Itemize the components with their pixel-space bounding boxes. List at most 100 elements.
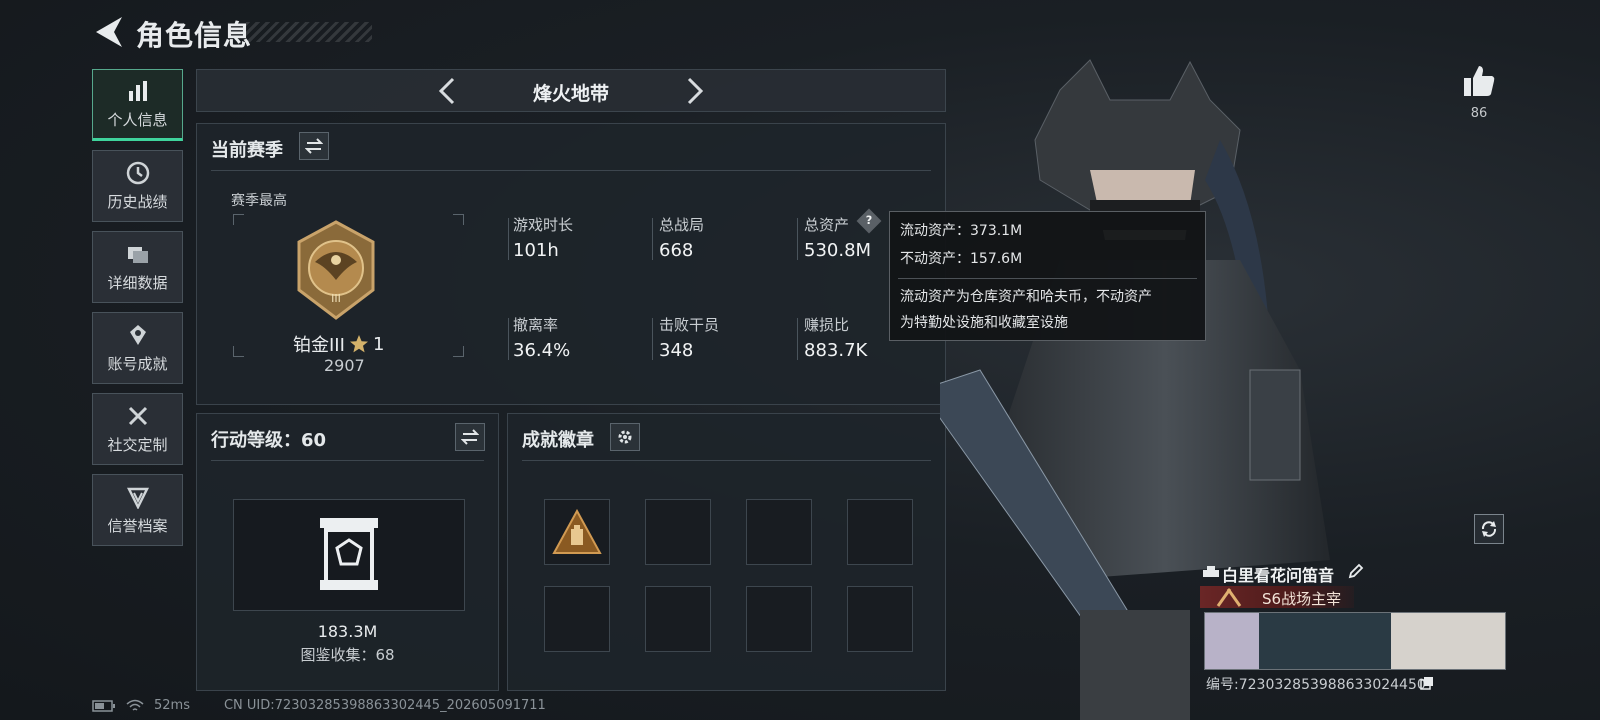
tools-icon <box>128 406 147 425</box>
sidebar-item-history[interactable]: 历史战绩 <box>92 150 183 222</box>
profile-banner[interactable] <box>1204 612 1506 670</box>
sidebar-item-label: 社交定制 <box>107 435 168 454</box>
season-switch-button[interactable] <box>299 132 329 160</box>
stat-value-kills: 348 <box>659 340 694 361</box>
season-panel: 当前赛季 赛季最高 III 铂金III 1 2907 游戏时长 101h 总战局… <box>196 123 946 405</box>
stat-value-extraction-rate: 36.4% <box>513 340 571 361</box>
status-bar: 52ms CN UID:72303285398863302445_2026050… <box>92 698 546 713</box>
uid-text: CN UID:72303285398863302445_202605091711 <box>223 698 546 713</box>
refresh-icon <box>1481 521 1497 537</box>
sidebar-item-label: 历史战绩 <box>107 192 168 211</box>
badge-slot-empty[interactable] <box>746 586 812 652</box>
crossed-flags-icon <box>1216 588 1242 607</box>
wifi-icon <box>126 699 144 711</box>
swap-icon <box>461 429 479 445</box>
assets-help-button[interactable]: ? <box>856 208 882 234</box>
tooltip-description-1: 流动资产为仓库资产和哈夫币，不动资产 <box>900 289 1152 305</box>
mode-title: 烽火地带 <box>532 83 609 105</box>
sidebar-item-personal-info[interactable]: 个人信息 <box>92 69 183 141</box>
stat-label-matches: 总战局 <box>659 216 705 234</box>
action-level-panel: 行动等级：60 183.3M 图鉴收集：68 <box>196 413 499 691</box>
shield-icon <box>126 487 149 509</box>
frame-corner <box>453 346 464 357</box>
medal-icon <box>129 324 146 345</box>
question-icon: ? <box>865 214 873 228</box>
svg-text:III: III <box>331 292 341 305</box>
stat-divider <box>797 218 798 260</box>
sidebar-item-label: 个人信息 <box>107 110 168 129</box>
player-name: 白里看花问笛音 <box>1222 566 1335 585</box>
collection-preview[interactable] <box>233 499 465 611</box>
badge-slot-empty[interactable] <box>746 499 812 565</box>
rank-name-row: 铂金III 1 <box>293 331 384 357</box>
tooltip-divider <box>898 278 1197 279</box>
title-badge-text: S6战场主宰 <box>1262 590 1342 608</box>
achievements-panel: 成就徽章 <box>507 413 946 691</box>
star-icon <box>349 335 368 353</box>
title-decoration <box>246 22 372 42</box>
sidebar-item-reputation[interactable]: 信誉档案 <box>92 474 183 546</box>
chevron-right-icon[interactable] <box>681 76 707 106</box>
sidebar-item-detail-data[interactable]: 详细数据 <box>92 231 183 303</box>
vehicle-icon <box>1203 566 1219 577</box>
like-count: 86 <box>1470 106 1488 121</box>
divider <box>522 460 931 461</box>
divider <box>211 460 484 461</box>
battery-icon <box>92 699 115 712</box>
badge-slot-empty[interactable] <box>847 499 913 565</box>
frame-corner <box>453 214 464 225</box>
badge-slot-empty[interactable] <box>645 586 711 652</box>
stat-value-matches: 668 <box>659 240 694 261</box>
season-best-label: 赛季最高 <box>231 193 287 209</box>
stat-divider <box>797 318 798 360</box>
stat-divider <box>652 318 653 360</box>
achievements-settings-button[interactable] <box>610 423 640 451</box>
sidebar-item-label: 信誉档案 <box>107 516 168 535</box>
rank-stars: 1 <box>372 333 385 355</box>
stat-value-playtime: 101h <box>513 240 559 261</box>
stat-label-kills: 击败干员 <box>659 316 720 334</box>
action-level-switch-button[interactable] <box>455 423 485 451</box>
gear-icon <box>618 430 632 444</box>
thumbs-up-icon[interactable] <box>1462 64 1496 98</box>
badge-slot-empty[interactable] <box>847 586 913 652</box>
back-arrow-icon[interactable] <box>92 14 126 50</box>
action-level-title: 行动等级：60 <box>211 430 327 451</box>
mode-selector: 烽火地带 <box>196 69 946 112</box>
stat-divider <box>508 318 509 360</box>
stat-label-total-assets: 总资产 <box>804 216 850 234</box>
achievements-title: 成就徽章 <box>522 430 594 451</box>
copy-icon[interactable] <box>1420 676 1434 690</box>
rank-points: 2907 <box>324 356 365 375</box>
rank-name: 铂金III <box>293 335 345 356</box>
collection-count: 图鉴收集：68 <box>300 646 395 664</box>
achievement-badge-icon <box>552 509 602 554</box>
badge-slot-filled[interactable] <box>544 499 610 565</box>
bar-chart-icon <box>128 80 147 101</box>
stat-label-extraction-rate: 撤离率 <box>513 316 559 334</box>
clock-icon <box>126 161 149 184</box>
stat-divider <box>508 218 509 260</box>
stat-label-profit-ratio: 赚损比 <box>804 316 850 334</box>
tooltip-fixed-assets: 不动资产：157.6M <box>900 251 1023 267</box>
rotate-model-button[interactable] <box>1474 514 1504 544</box>
collection-value: 183.3M <box>317 622 378 641</box>
stat-value-total-assets: 530.8M <box>804 240 872 261</box>
player-id: 编号:723032853988633024450 <box>1206 677 1426 693</box>
stat-label-playtime: 游戏时长 <box>513 216 574 234</box>
stat-divider <box>652 218 653 260</box>
sidebar-item-achievements[interactable]: 账号成就 <box>92 312 183 384</box>
rank-emblem-icon: III <box>297 220 375 320</box>
collection-case-icon <box>320 518 378 590</box>
sidebar-item-label: 详细数据 <box>107 273 168 292</box>
sidebar-item-social[interactable]: 社交定制 <box>92 393 183 465</box>
frame-corner <box>233 346 244 357</box>
assets-tooltip: 流动资产：373.1M 不动资产：157.6M 流动资产为仓库资产和哈夫币，不动… <box>889 211 1206 341</box>
page-title: 角色信息 <box>136 19 253 52</box>
badge-slot-empty[interactable] <box>544 586 610 652</box>
swap-icon <box>305 138 323 154</box>
folder-icon <box>127 246 148 263</box>
badge-slot-empty[interactable] <box>645 499 711 565</box>
edit-icon[interactable] <box>1348 563 1364 579</box>
sidebar-item-label: 账号成就 <box>107 354 168 373</box>
